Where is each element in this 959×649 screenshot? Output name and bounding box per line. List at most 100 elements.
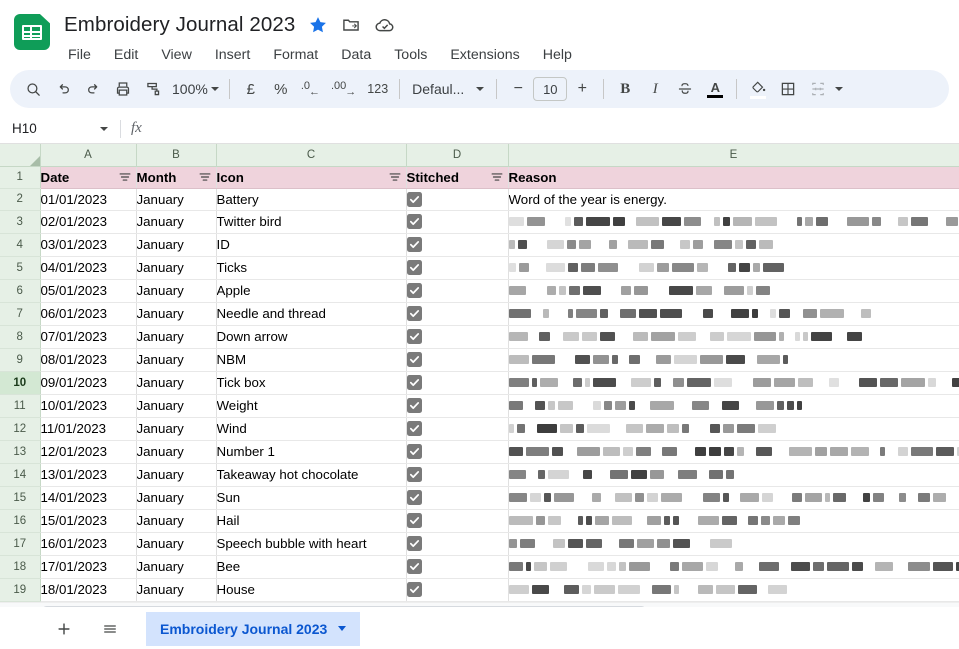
cell-icon[interactable]: Down arrow <box>216 325 406 348</box>
menu-edit[interactable]: Edit <box>112 46 140 64</box>
menu-help[interactable]: Help <box>541 46 574 64</box>
cell-month[interactable]: January <box>136 394 216 417</box>
cell-icon[interactable]: Tick box <box>216 371 406 394</box>
cell-reason[interactable] <box>508 210 959 233</box>
row-header-18[interactable]: 18 <box>0 555 40 578</box>
cell-date[interactable]: 12/01/2023 <box>40 440 136 463</box>
decrease-font-size-button[interactable]: − <box>503 74 533 104</box>
cell-month[interactable]: January <box>136 302 216 325</box>
stitched-checkbox[interactable] <box>407 214 422 229</box>
row-header-1[interactable]: 1 <box>0 166 40 188</box>
cell-icon[interactable]: Ticks <box>216 256 406 279</box>
stitched-checkbox[interactable] <box>407 421 422 436</box>
cell-stitched[interactable] <box>406 210 508 233</box>
cell-month[interactable]: January <box>136 325 216 348</box>
cell-stitched[interactable] <box>406 302 508 325</box>
document-title[interactable]: Embroidery Journal 2023 <box>64 13 295 37</box>
cell-date[interactable]: 11/01/2023 <box>40 417 136 440</box>
menu-extensions[interactable]: Extensions <box>448 46 521 64</box>
cell-reason[interactable] <box>508 302 959 325</box>
cell-month[interactable]: January <box>136 417 216 440</box>
cell-reason[interactable] <box>508 325 959 348</box>
cell-month[interactable]: January <box>136 348 216 371</box>
borders-icon[interactable] <box>773 74 803 104</box>
move-to-folder-icon[interactable] <box>341 15 361 35</box>
cell-date[interactable]: 01/01/2023 <box>40 188 136 210</box>
filter-icon[interactable] <box>198 170 212 184</box>
filter-icon[interactable] <box>118 170 132 184</box>
stitched-checkbox[interactable] <box>407 237 422 252</box>
cell-reason[interactable] <box>508 463 959 486</box>
cell-reason[interactable] <box>508 256 959 279</box>
cell-month[interactable]: January <box>136 210 216 233</box>
cell-date[interactable]: 16/01/2023 <box>40 532 136 555</box>
currency-format-button[interactable]: £ <box>236 74 266 104</box>
row-header-16[interactable]: 16 <box>0 509 40 532</box>
percent-format-button[interactable]: % <box>266 74 296 104</box>
row-header-2[interactable]: 2 <box>0 188 40 210</box>
italic-button[interactable]: I <box>640 74 670 104</box>
cell-icon[interactable]: Wind <box>216 417 406 440</box>
filter-icon[interactable] <box>490 170 504 184</box>
stitched-checkbox[interactable] <box>407 398 422 413</box>
cell-date[interactable]: 13/01/2023 <box>40 463 136 486</box>
row-header-15[interactable]: 15 <box>0 486 40 509</box>
cell-date[interactable]: 09/01/2023 <box>40 371 136 394</box>
number-format-button[interactable]: 123 <box>362 74 393 104</box>
column-header-d[interactable]: D <box>406 144 508 166</box>
row-header-13[interactable]: 13 <box>0 440 40 463</box>
cell-icon[interactable]: Apple <box>216 279 406 302</box>
cell-reason[interactable] <box>508 555 959 578</box>
cell-icon[interactable]: Needle and thread <box>216 302 406 325</box>
cell-reason[interactable] <box>508 509 959 532</box>
cell-reason[interactable] <box>508 371 959 394</box>
column-title-date[interactable]: Date <box>40 166 136 188</box>
strikethrough-icon[interactable] <box>670 74 700 104</box>
stitched-checkbox[interactable] <box>407 467 422 482</box>
chevron-down-icon[interactable] <box>835 87 843 91</box>
row-header-17[interactable]: 17 <box>0 532 40 555</box>
cell-date[interactable]: 10/01/2023 <box>40 394 136 417</box>
increase-font-size-button[interactable]: + <box>567 74 597 104</box>
sheets-logo-icon[interactable] <box>14 14 50 50</box>
cell-reason[interactable] <box>508 233 959 256</box>
sheet-tab-embroidery-journal-2023[interactable]: Embroidery Journal 2023 <box>146 612 360 646</box>
cell-date[interactable]: 03/01/2023 <box>40 233 136 256</box>
cell-month[interactable]: January <box>136 371 216 394</box>
increase-decimal-button[interactable]: .00 → <box>326 74 362 104</box>
column-header-b[interactable]: B <box>136 144 216 166</box>
cell-icon[interactable]: Speech bubble with heart <box>216 532 406 555</box>
column-title-reason[interactable]: Reason <box>508 166 959 188</box>
row-header-3[interactable]: 3 <box>0 210 40 233</box>
cell-icon[interactable]: Number 1 <box>216 440 406 463</box>
star-icon[interactable] <box>308 15 328 35</box>
cell-stitched[interactable] <box>406 394 508 417</box>
cell-stitched[interactable] <box>406 256 508 279</box>
cell-stitched[interactable] <box>406 325 508 348</box>
stitched-checkbox[interactable] <box>407 352 422 367</box>
stitched-checkbox[interactable] <box>407 559 422 574</box>
font-family-selector[interactable]: Defaul... <box>406 74 490 104</box>
row-header-7[interactable]: 7 <box>0 302 40 325</box>
cell-month[interactable]: January <box>136 486 216 509</box>
stitched-checkbox[interactable] <box>407 582 422 597</box>
cell-date[interactable]: 18/01/2023 <box>40 578 136 601</box>
search-icon[interactable] <box>18 74 48 104</box>
decrease-decimal-button[interactable]: .0 ← <box>296 74 326 104</box>
all-sheets-menu-icon[interactable] <box>94 613 126 645</box>
cell-reason[interactable] <box>508 348 959 371</box>
row-header-9[interactable]: 9 <box>0 348 40 371</box>
cell-date[interactable]: 08/01/2023 <box>40 348 136 371</box>
cell-reason[interactable]: Word of the year is energy. <box>508 188 959 210</box>
menu-tools[interactable]: Tools <box>392 46 429 64</box>
cell-month[interactable]: January <box>136 509 216 532</box>
cell-month[interactable]: January <box>136 256 216 279</box>
cell-month[interactable]: January <box>136 279 216 302</box>
row-header-6[interactable]: 6 <box>0 279 40 302</box>
cell-date[interactable]: 06/01/2023 <box>40 302 136 325</box>
row-header-19[interactable]: 19 <box>0 578 40 601</box>
cell-reason[interactable] <box>508 394 959 417</box>
menu-data[interactable]: Data <box>339 46 373 64</box>
cell-stitched[interactable] <box>406 279 508 302</box>
row-header-5[interactable]: 5 <box>0 256 40 279</box>
